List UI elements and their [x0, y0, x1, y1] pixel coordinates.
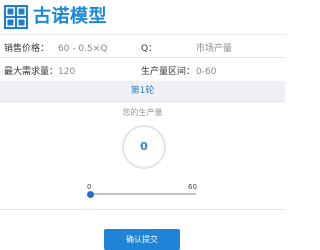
production-slider-track[interactable]: [90, 193, 196, 195]
production-value-display: 0: [122, 125, 166, 169]
price-value: 60 - 0.5×Q: [58, 44, 108, 54]
grid-window-icon: [4, 5, 28, 29]
max-demand-value: 120: [58, 67, 76, 77]
app-header: 古诺模型: [0, 0, 285, 34]
q-value: 市场产量: [196, 44, 233, 54]
production-range-label: 生产量区间：: [141, 67, 196, 77]
production-label: 您的生产量: [122, 108, 163, 117]
production-range-value: 0-60: [196, 67, 217, 77]
submit-button[interactable]: 确认提交: [104, 229, 180, 250]
production-slider-handle[interactable]: [87, 191, 94, 198]
price-label: 销售价格：: [4, 44, 50, 54]
production-value: 0: [140, 140, 148, 153]
divider: [0, 209, 285, 210]
app-title: 古诺模型: [33, 6, 107, 27]
slider-max-label: 60: [188, 183, 197, 191]
q-label: Q：: [141, 44, 158, 54]
max-demand-label: 最大需求量：: [4, 67, 59, 77]
slider-min-label: 0: [87, 183, 92, 191]
round-indicator: 第1轮: [0, 81, 285, 102]
